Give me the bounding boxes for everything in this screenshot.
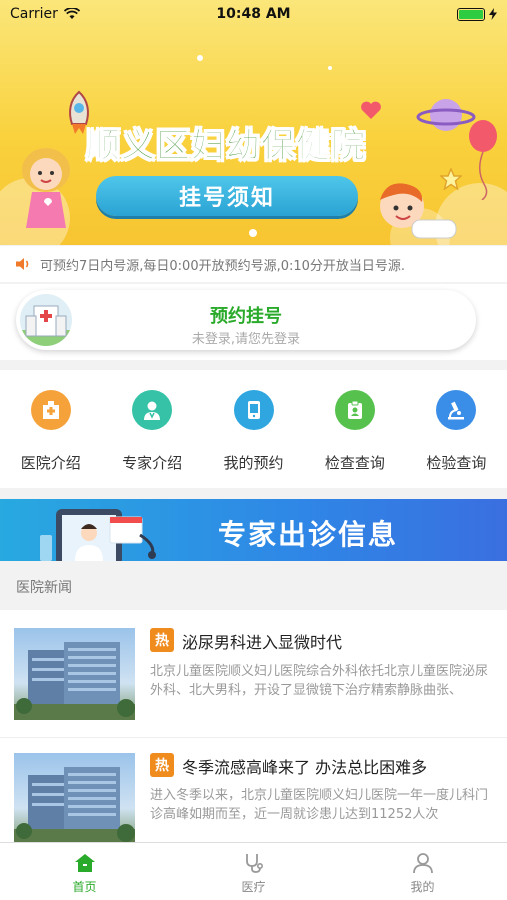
phone-booking-icon: [233, 390, 274, 430]
notice-bar: 可预约7日内号源,每日0:00开放预约号源,0:10分开放当日号源.: [0, 246, 507, 282]
expert-banner-title: 专家出诊信息: [218, 518, 399, 551]
wifi-icon: [63, 8, 80, 19]
clipboard-icon: [334, 390, 375, 430]
hot-badge: 热: [150, 628, 174, 652]
news-thumbnail: [14, 628, 135, 720]
menu-label: 我的预约: [223, 454, 284, 472]
tab-label: 医疗: [241, 880, 266, 894]
news-item[interactable]: 热 泌尿男科进入显微时代 北京儿童医院顺义妇儿医院综合外科依托北京儿童医院泌尿外…: [0, 610, 507, 738]
tab-label: 我的: [410, 880, 435, 894]
status-bar: Carrier 10:48 AM: [0, 0, 507, 28]
tab-home[interactable]: 首页: [0, 843, 169, 900]
girl-illustration-icon: [22, 148, 70, 228]
tab-bar: 首页 医疗 我的: [0, 842, 507, 900]
microscope-icon: [436, 390, 477, 430]
menu-item-lab-query[interactable]: 检验查询: [406, 370, 507, 488]
news-title: 泌尿男科进入显微时代: [182, 633, 343, 652]
speaker-icon: [16, 258, 29, 270]
quick-menu: 医院介绍 专家介绍 我的预约 检查查询 检验查询: [0, 370, 507, 488]
tab-label: 首页: [72, 880, 97, 894]
menu-item-my-booking[interactable]: 我的预约: [203, 370, 304, 488]
status-time: 10:48 AM: [216, 6, 291, 22]
boy-illustration-icon: [380, 183, 457, 239]
news-title: 冬季流感高峰来了 办法总比困难多: [182, 758, 428, 777]
banner-title: 顺义区妇幼保健院: [86, 126, 366, 167]
home-icon: [74, 854, 95, 872]
hospital-icon: [30, 390, 71, 430]
news-description: 进入冬季以来，北京儿童医院顺义妇儿医院一年一度儿科门诊高峰如期而至，近一周就诊患…: [150, 788, 489, 822]
news-list: 热 泌尿男科进入显微时代 北京儿童医院顺义妇儿医院综合外科依托北京儿童医院泌尿外…: [0, 610, 507, 842]
tablet-doctor-icon: [40, 509, 156, 561]
menu-label: 检查查询: [324, 454, 385, 472]
news-section-title: 医院新闻: [0, 566, 507, 608]
hero-banner[interactable]: Carrier 10:48 AM 顺义区妇幼保健院 挂号须知: [0, 0, 507, 245]
notice-text: 可预约7日内号源,每日0:00开放预约号源,0:10分开放当日号源.: [40, 258, 406, 274]
hot-badge: 热: [150, 753, 174, 777]
appointment-title: 预约挂号: [210, 306, 282, 327]
news-thumbnail: [14, 753, 135, 842]
battery-icon: [457, 7, 497, 21]
news-item[interactable]: 热 冬季流感高峰来了 办法总比困难多 进入冬季以来，北京儿童医院顺义妇儿医院一年…: [0, 738, 507, 842]
menu-item-exam-query[interactable]: 检查查询: [304, 370, 405, 488]
news-description: 北京儿童医院顺义妇儿医院综合外科依托北京儿童医院泌尿外科、北大男科，开设了显微镜…: [150, 664, 489, 698]
expert-schedule-banner[interactable]: 专家出诊信息: [0, 499, 507, 561]
registration-notice-button[interactable]: 挂号须知: [96, 176, 358, 216]
balloon-icon: [469, 120, 497, 200]
tab-medical[interactable]: 医疗: [169, 843, 338, 900]
menu-item-expert-intro[interactable]: 专家介绍: [101, 370, 202, 488]
doctor-icon: [132, 390, 173, 430]
user-icon: [412, 853, 433, 874]
menu-label: 专家介绍: [122, 454, 183, 472]
tab-mine[interactable]: 我的: [338, 843, 507, 900]
login-prompt: 未登录,请您先登录: [191, 332, 301, 347]
carousel-indicator: [249, 229, 257, 237]
heart-icon: [361, 101, 381, 119]
appointment-card[interactable]: 预约挂号 未登录,请您先登录: [16, 290, 476, 350]
menu-item-hospital-intro[interactable]: 医院介绍: [0, 370, 101, 488]
carrier-label: Carrier: [10, 6, 58, 22]
appointment-section: 预约挂号 未登录,请您先登录: [0, 284, 507, 360]
stethoscope-icon: [245, 854, 263, 873]
menu-label: 医院介绍: [20, 454, 81, 472]
menu-label: 检验查询: [426, 454, 487, 472]
